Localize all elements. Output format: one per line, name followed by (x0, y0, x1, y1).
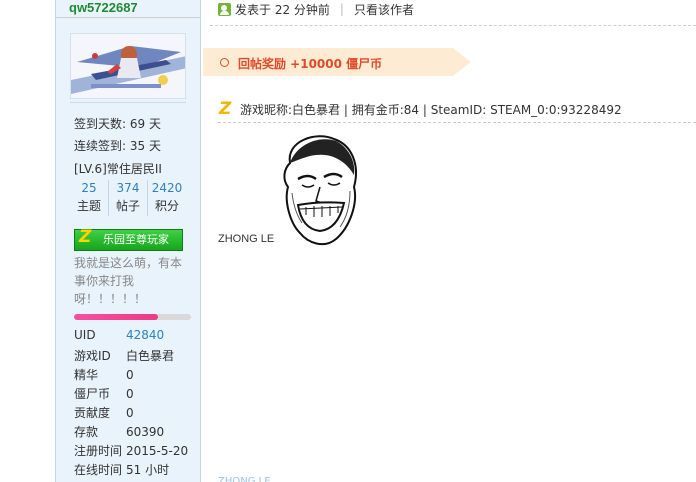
medal-label: 乐园至尊玩家 (103, 234, 169, 246)
separator: | (339, 2, 344, 16)
detail-contribution: 贡献度 0 (74, 404, 134, 421)
detail-value[interactable]: 42840 (126, 328, 164, 342)
detail-key: 精华 (74, 368, 99, 382)
game-info-text: 游戏昵称:白色暴君 | 拥有金币:84 | SteamID: STEAM_0:0… (240, 103, 622, 117)
user-signature: 我就是这么萌，有本事你来打我呀！！！！！ (74, 256, 183, 306)
game-info-divider (218, 122, 696, 123)
medal-z-icon: Z (79, 227, 92, 247)
post-time: 发表于 22 分钟前 (235, 2, 330, 17)
detail-value: 0 (126, 387, 134, 401)
stat-posts[interactable]: 374 帖子 (109, 180, 148, 216)
detail-key: 在线时间 (74, 463, 123, 477)
detail-key: 游戏ID (74, 349, 111, 363)
header-divider (210, 25, 696, 26)
reward-circle-icon (220, 58, 229, 67)
detail-key: 注册时间 (74, 444, 123, 458)
detail-zombie-coin: 僵尸币 0 (74, 385, 134, 402)
user-profile-sidebar: qw5722687 签到天数: 69 天 连续签到: 35 天 [LV.6]常住… (55, 0, 201, 482)
stat-topics[interactable]: 25 主题 (70, 180, 109, 216)
detail-value: 白色暴君 (126, 349, 175, 363)
detail-essence: 精华 0 (74, 366, 134, 383)
signin-days: 签到天数: 69 天 (74, 117, 161, 131)
z-logo-icon: Z (219, 98, 232, 119)
user-level[interactable]: [LV.6]常住居民II (74, 160, 162, 177)
detail-game-id: 游戏ID 白色暴君 (74, 347, 174, 364)
stat-points[interactable]: 2420 积分 (148, 180, 186, 216)
detail-uid: UID 42840 (74, 328, 164, 342)
detail-value: 51 小时 (126, 463, 170, 477)
post-header: 发表于 22 分钟前 | 只看该作者 (218, 0, 414, 18)
progress-bar (74, 314, 191, 320)
online-status-icon (218, 2, 231, 16)
stat-label: 主题 (76, 199, 101, 213)
detail-key: UID (74, 328, 96, 342)
detail-deposit: 存款 60390 (74, 423, 164, 440)
detail-key: 僵尸币 (74, 387, 111, 401)
detail-value: 0 (126, 368, 134, 382)
detail-key: 存款 (74, 425, 99, 439)
detail-register-time: 注册时间 2015-5-20 (74, 442, 188, 459)
game-info-line: Z 游戏昵称:白色暴君 | 拥有金币:84 | SteamID: STEAM_0… (218, 98, 622, 119)
detail-value: 2015-5-20 (126, 444, 189, 458)
stat-label: 帖子 (115, 199, 140, 213)
divider (70, 102, 186, 103)
reward-text: 回帖奖励 +10000 僵尸币 (238, 57, 383, 71)
laughing-meme-face-icon (283, 135, 357, 246)
detail-value: 60390 (126, 425, 165, 439)
bottom-partial-link[interactable]: ZHONG LE (218, 476, 271, 482)
stat-number: 2420 (151, 181, 183, 195)
avatar[interactable] (70, 33, 186, 99)
medal-badge[interactable]: Z 乐园至尊玩家 (74, 227, 183, 251)
detail-value: 0 (126, 406, 134, 420)
stat-number: 25 (81, 181, 97, 195)
detail-online-time: 在线时间 51 小时 (74, 461, 169, 478)
username-row-divider (55, 0, 201, 18)
detail-key: 贡献度 (74, 406, 111, 420)
stat-number: 374 (116, 181, 140, 195)
author-only-link[interactable]: 只看该作者 (354, 1, 414, 18)
user-stats: 25 主题 374 帖子 2420 积分 (70, 180, 186, 216)
stat-label: 积分 (154, 199, 179, 213)
consecutive-signin: 连续签到: 35 天 (74, 139, 161, 153)
progress-bar-fill (74, 314, 159, 320)
reply-reward-banner: 回帖奖励 +10000 僵尸币 (203, 48, 471, 76)
post-body-text: ZHONG LE (218, 233, 275, 245)
